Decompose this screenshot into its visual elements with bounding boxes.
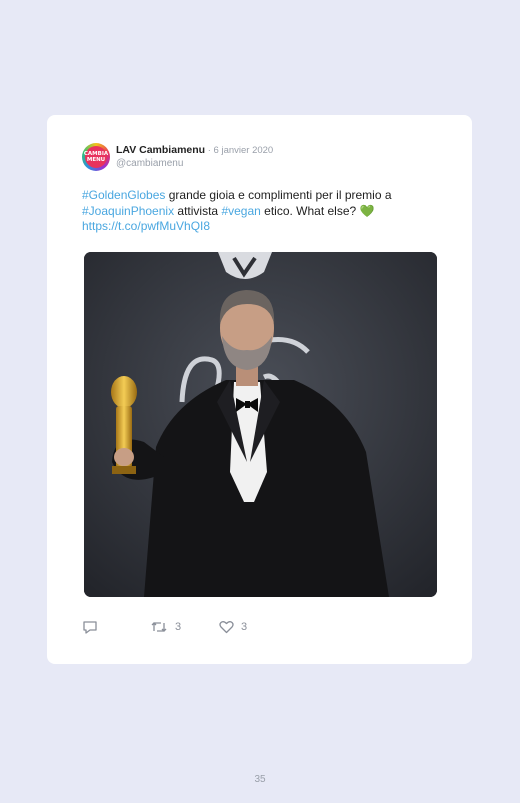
tweet-text-part: attivista [174,203,222,218]
tweet-card: CAMBIA MENU LAV Cambiamenu · 6 janvier 2… [47,115,472,664]
heart-icon [219,621,234,634]
hashtag-goldenglobes[interactable]: #GoldenGlobes [82,188,165,202]
tweet-text-part: grande gioia e complimenti per il premio… [165,188,392,202]
reply-button[interactable] [82,620,98,635]
hashtag-vegan[interactable]: #vegan [221,204,260,218]
tweet-author-line: LAV Cambiamenu · 6 janvier 2020 [116,144,273,157]
page-number: 35 [254,774,266,785]
separator-dot: · [205,145,214,156]
retweet-button[interactable]: 3 [150,620,181,634]
tweet-link[interactable]: https://t.co/pwfMuVhQI8 [82,219,210,233]
tweet-date[interactable]: 6 janvier 2020 [214,145,274,156]
avatar[interactable]: CAMBIA MENU [82,143,110,171]
green-heart-emoji: 💚 [359,203,375,218]
author-handle[interactable]: @cambiamenu [116,157,183,170]
retweet-count: 3 [175,621,182,633]
tweet-text-part: etico. What else? [260,203,360,218]
retweet-icon [151,622,167,632]
photo-illustration [84,252,437,597]
hashtag-joaquinphoenix[interactable]: #JoaquinPhoenix [82,204,174,218]
like-count: 3 [241,621,248,633]
tweet-text: #GoldenGlobes grande gioia e complimenti… [82,188,437,235]
like-button[interactable]: 3 [219,620,247,634]
author-name[interactable]: LAV Cambiamenu [116,144,205,156]
avatar-logo-text: CAMBIA MENU [84,146,108,168]
tweet-photo[interactable] [84,252,437,597]
reply-icon [83,621,97,634]
tweet-actions: 3 3 [82,620,382,636]
